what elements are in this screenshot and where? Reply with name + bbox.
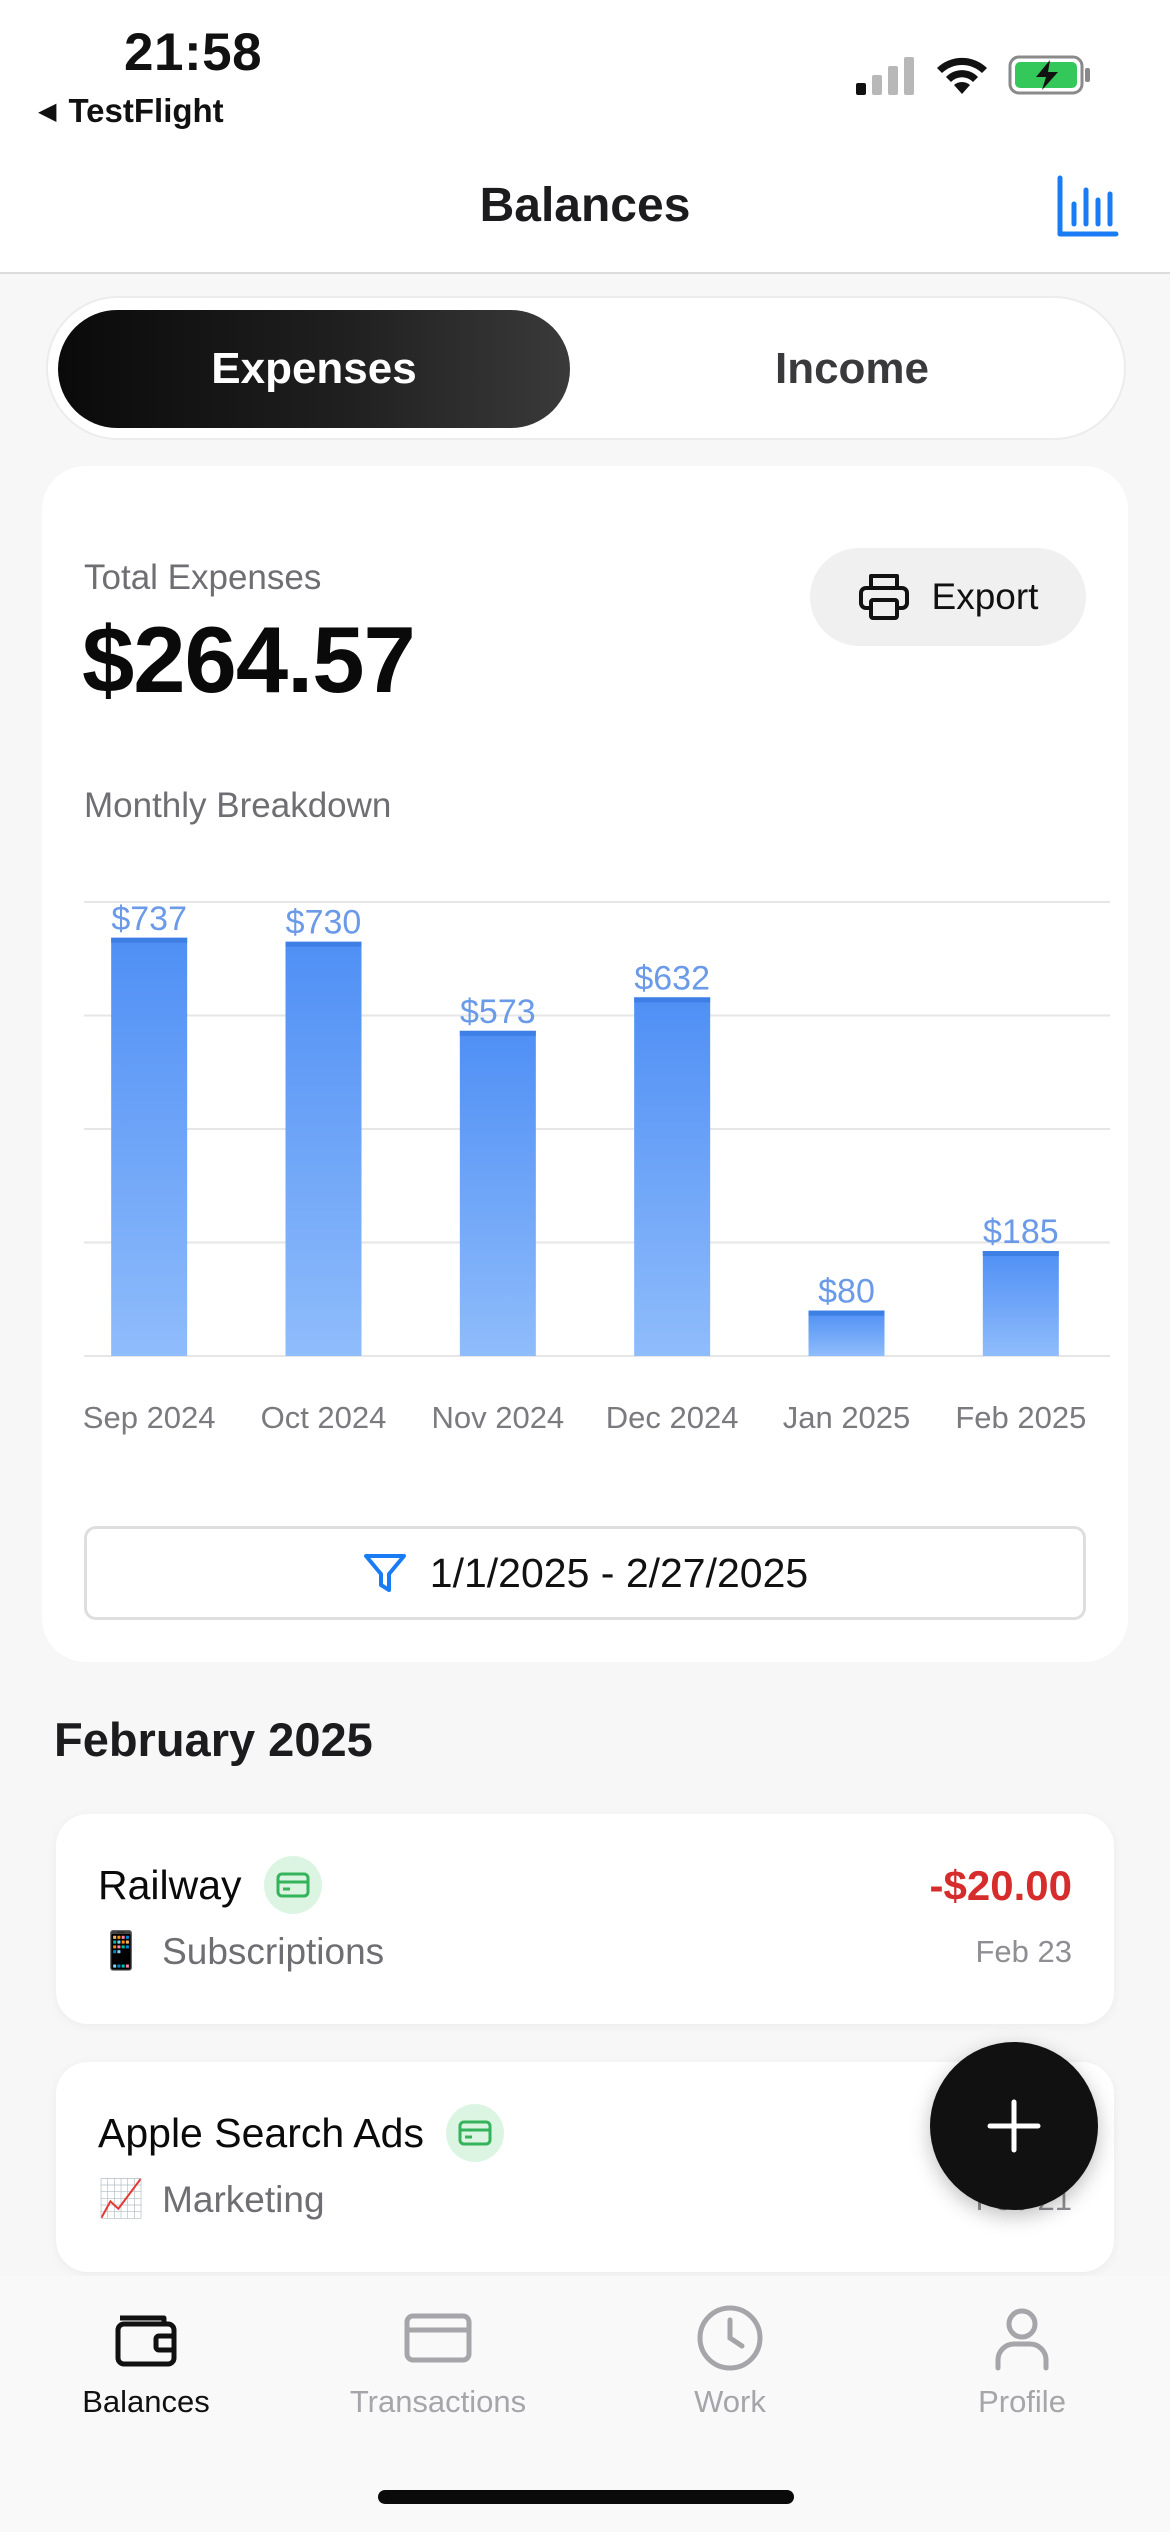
chart-x-tick-label: Jan 2025 bbox=[783, 1400, 911, 1435]
back-app-label: TestFlight bbox=[68, 92, 224, 129]
segment-income[interactable]: Income bbox=[596, 310, 1108, 428]
transaction-category: 📱 Subscriptions bbox=[98, 1930, 384, 1973]
chart-bar[interactable] bbox=[808, 1310, 885, 1356]
credit-card-icon bbox=[404, 2313, 472, 2363]
tab-work[interactable]: Work bbox=[584, 2302, 876, 2420]
status-icons bbox=[854, 54, 1092, 96]
back-triangle-icon: ◀ bbox=[38, 97, 57, 125]
chart-x-tick-label: Dec 2024 bbox=[606, 1400, 739, 1435]
navigation-bar: Balances bbox=[0, 150, 1170, 274]
category-label: Marketing bbox=[162, 2178, 325, 2220]
transaction-date: Feb 23 bbox=[975, 1934, 1072, 1969]
chart-bar-cap bbox=[285, 941, 362, 947]
chart-stats-button[interactable] bbox=[1054, 174, 1120, 240]
wifi-icon bbox=[937, 57, 987, 94]
chart-value-label: $632 bbox=[634, 959, 710, 997]
chart-value-label: $573 bbox=[460, 993, 536, 1031]
transaction-name-row: Apple Search Ads bbox=[98, 2104, 504, 2162]
tab-profile[interactable]: Profile bbox=[876, 2302, 1168, 2420]
total-expenses-label: Total Expenses bbox=[84, 558, 322, 597]
home-indicator bbox=[378, 2490, 794, 2504]
export-button[interactable]: Export bbox=[810, 548, 1086, 646]
balances-screen: 21:58 ◀ TestFlight Balances Expenses Inc… bbox=[0, 0, 1170, 2532]
cellular-signal-icon bbox=[856, 57, 914, 95]
chart-bar-cap bbox=[982, 1251, 1059, 1257]
chart-x-tick-label: Nov 2024 bbox=[431, 1400, 564, 1435]
page-title: Balances bbox=[479, 179, 691, 232]
total-expenses-amount: $264.57 bbox=[82, 607, 416, 712]
add-transaction-button[interactable] bbox=[930, 2042, 1098, 2210]
status-bar: 21:58 ◀ TestFlight bbox=[0, 0, 1170, 150]
tab-label: Balances bbox=[82, 2384, 210, 2419]
transaction-name: Railway bbox=[98, 1861, 242, 1908]
monthly-breakdown-label: Monthly Breakdown bbox=[84, 786, 392, 825]
transaction-name-row: Railway bbox=[98, 1856, 322, 1914]
tab-balances[interactable]: Balances bbox=[0, 2302, 292, 2420]
chart-x-tick-label: Oct 2024 bbox=[261, 1400, 387, 1435]
transaction-row[interactable]: Railway 📱 Subscriptions -$20.00 Feb 23 bbox=[56, 1814, 1114, 2024]
bar-chart-icon bbox=[1057, 175, 1119, 237]
chart-bar[interactable] bbox=[285, 941, 362, 1356]
chart-x-tick-label: Feb 2025 bbox=[955, 1400, 1086, 1435]
chart-value-label: $185 bbox=[983, 1213, 1059, 1251]
segment-expenses[interactable]: Expenses bbox=[58, 310, 570, 428]
chart-bar[interactable] bbox=[111, 937, 188, 1356]
chart-value-label: $80 bbox=[818, 1273, 875, 1311]
month-section-title: February 2025 bbox=[54, 1713, 373, 1766]
chart-bar[interactable] bbox=[459, 1030, 536, 1356]
tab-label: Work bbox=[694, 2384, 766, 2419]
transaction-amount: -$20.00 bbox=[929, 1862, 1072, 1909]
date-range-label: 1/1/2025 - 2/27/2025 bbox=[429, 1549, 809, 1596]
card-payment-badge bbox=[263, 1856, 322, 1914]
date-range-filter-button[interactable]: 1/1/2025 - 2/27/2025 bbox=[84, 1526, 1086, 1620]
monthly-breakdown-chart: $737 $730 $573 $632 $80 $185 Sep 2024 Oct 2024… bbox=[83, 900, 1110, 1435]
filter-funnel-icon bbox=[363, 1554, 406, 1592]
chart-bar[interactable] bbox=[634, 997, 711, 1356]
chart-bar-cap bbox=[808, 1310, 885, 1316]
expenses-income-toggle: Expenses Income bbox=[46, 296, 1126, 440]
expenses-summary-card: Total Expenses $264.57 Export Monthly Br… bbox=[42, 466, 1128, 1662]
transaction-name: Apple Search Ads bbox=[98, 2109, 424, 2156]
wallet-icon bbox=[115, 2315, 177, 2367]
tab-label: Profile bbox=[978, 2384, 1066, 2419]
back-to-app-button[interactable]: ◀ TestFlight bbox=[38, 92, 224, 130]
credit-card-icon bbox=[458, 2120, 492, 2146]
chart-bar-cap bbox=[111, 937, 188, 943]
person-icon bbox=[995, 2308, 1049, 2371]
credit-card-icon bbox=[276, 1872, 310, 1898]
category-emoji-icon: 📱 bbox=[98, 1930, 145, 1971]
chart-bar-cap bbox=[459, 1030, 536, 1036]
chart-bar-cap bbox=[634, 997, 711, 1003]
tab-transactions[interactable]: Transactions bbox=[292, 2302, 584, 2420]
chart-bar[interactable] bbox=[982, 1251, 1059, 1356]
chart-x-tick-label: Sep 2024 bbox=[83, 1400, 216, 1435]
transaction-category: 📈 Marketing bbox=[98, 2178, 325, 2221]
category-label: Subscriptions bbox=[162, 1930, 385, 1972]
tab-label: Transactions bbox=[349, 2384, 527, 2419]
battery-charging-icon bbox=[1008, 55, 1090, 95]
plus-icon bbox=[987, 2099, 1041, 2153]
category-emoji-icon: 📈 bbox=[98, 2178, 145, 2219]
chart-value-label: $730 bbox=[286, 904, 362, 942]
status-time: 21:58 bbox=[124, 23, 263, 82]
export-label: Export bbox=[931, 576, 1039, 617]
printer-icon bbox=[858, 574, 909, 620]
clock-icon bbox=[697, 2305, 763, 2371]
chart-value-label: $737 bbox=[111, 900, 187, 938]
card-payment-badge bbox=[445, 2104, 504, 2162]
